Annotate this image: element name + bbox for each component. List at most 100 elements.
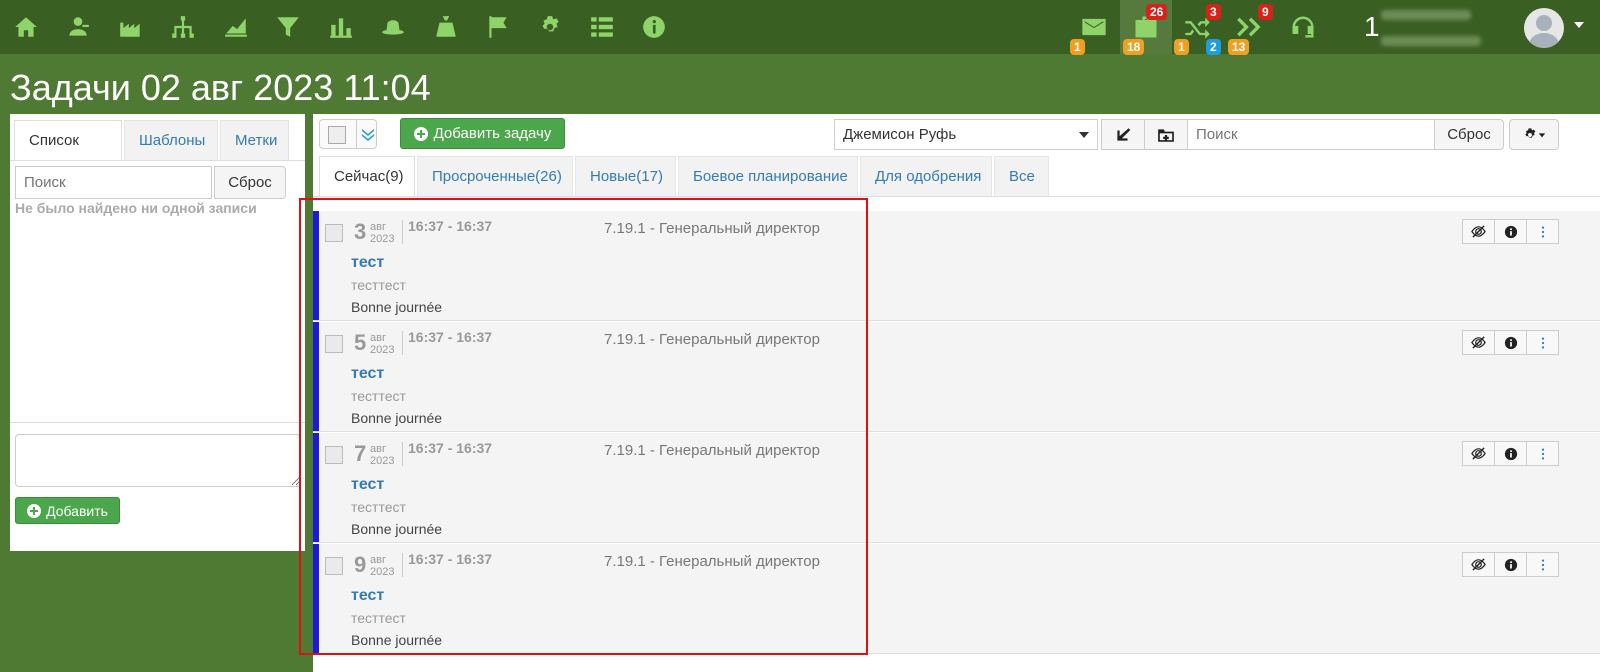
bar-chart-icon[interactable] [321,9,361,45]
task-title-link[interactable]: тест [351,587,384,605]
add-folder-button[interactable] [1144,119,1188,150]
add-task-button[interactable]: Добавить задачу [400,118,565,149]
task-row[interactable]: 7 авг 2023 16:37 - 16:37 7.19.1 - Генера… [313,433,1600,543]
area-chart-icon[interactable] [216,9,256,45]
divider [10,422,305,423]
task-description: тесттест [351,499,406,515]
user-select[interactable]: Джемисон Руфь [834,119,1098,150]
task-checkbox[interactable] [325,557,343,575]
task-time: 16:37 - 16:37 [408,329,493,345]
gear-icon[interactable] [530,9,570,45]
tab-all[interactable]: Все [994,156,1049,196]
left-search-input[interactable] [15,166,212,199]
info-button[interactable] [1494,441,1527,466]
task-title-link[interactable]: тест [351,365,384,383]
more-button[interactable] [1526,330,1559,355]
kebab-menu-icon [1541,336,1544,349]
task-time: 16:37 - 16:37 [408,440,493,456]
tab-tags[interactable]: Метки [220,120,289,160]
filter-icon[interactable] [268,9,308,45]
task-actions [1462,441,1561,466]
task-actions [1462,219,1561,244]
add-task-label: Добавить задачу [433,125,552,142]
kebab-menu-icon [1541,225,1544,238]
task-actions [1462,330,1561,355]
priority-bar [313,211,319,320]
new-todo-textarea[interactable] [15,434,301,487]
shuffle-badge-right: 2 [1206,39,1221,55]
task-checkbox[interactable] [325,335,343,353]
task-checkbox[interactable] [325,224,343,242]
task-title-link[interactable]: тест [351,476,384,494]
task-year: 2023 [370,566,395,578]
list-icon[interactable] [582,9,622,45]
add-todo-button[interactable]: Добавить [15,497,120,524]
select-all-control[interactable] [319,119,377,149]
task-title-link[interactable]: тест [351,254,384,272]
flag-icon[interactable] [478,9,518,45]
more-button[interactable] [1526,219,1559,244]
task-description: тесттест [351,388,406,404]
caret-down-icon [1538,132,1546,137]
user-select-value: Джемисон Руфь [843,126,957,143]
eye-slash-icon [1471,336,1486,349]
import-button[interactable] [1101,119,1145,150]
user-icon[interactable] [58,9,98,45]
org-chart-icon[interactable] [163,9,203,45]
briefcase-badge-top: 26 [1146,4,1168,20]
headset-icon[interactable] [1283,9,1323,45]
tab-planning[interactable]: Боевое планирование [678,156,858,196]
user-menu-caret-icon[interactable] [1574,22,1584,28]
priority-bar [313,322,319,431]
divider [10,160,305,161]
info-button[interactable] [1494,219,1527,244]
arrow-down-left-icon [1117,127,1131,141]
double-chevron-down-icon [361,129,374,141]
money-bag-icon[interactable] [426,9,466,45]
more-button[interactable] [1526,441,1559,466]
tab-todo-list[interactable]: Список дел [14,120,122,189]
top-navigation-bar: 1 26 18 3 1 2 9 13 1 [0,0,1600,55]
task-search-input[interactable] [1187,119,1435,150]
user-role-redacted [1381,36,1481,46]
divider [402,442,403,466]
task-reset-button[interactable]: Сброс [1434,119,1504,150]
task-row[interactable]: 3 авг 2023 16:37 - 16:37 7.19.1 - Генера… [313,211,1600,321]
settings-button[interactable] [1509,119,1559,150]
task-note: Bonne journée [351,632,443,648]
hide-button[interactable] [1462,330,1495,355]
select-dropdown[interactable] [356,120,378,148]
task-checkbox[interactable] [325,446,343,464]
avatar[interactable] [1524,8,1564,48]
info-button[interactable] [1494,552,1527,577]
forward-badge-bottom: 13 [1228,39,1250,55]
info-button[interactable] [1494,330,1527,355]
task-year: 2023 [370,344,395,356]
task-month: авг [370,554,386,566]
tab-templates[interactable]: Шаблоны [124,120,218,160]
hide-button[interactable] [1462,552,1495,577]
factory-icon[interactable] [111,9,151,45]
main-panel: Добавить задачу Джемисон Руфь Сброс Сейч… [313,114,1600,672]
task-row[interactable]: 5 авг 2023 16:37 - 16:37 7.19.1 - Генера… [313,322,1600,432]
no-results-message: Не было найдено ни одной записи [15,200,257,216]
left-reset-button[interactable]: Сброс [214,166,286,199]
tab-approval[interactable]: Для одобрения [860,156,992,196]
tab-overdue[interactable]: Просроченные(26) [417,156,573,196]
task-day: 7 [354,441,367,466]
hide-button[interactable] [1462,219,1495,244]
tab-new[interactable]: Новые(17) [575,156,676,196]
task-note: Bonne journée [351,521,443,537]
hide-button[interactable] [1462,441,1495,466]
select-all-checkbox[interactable] [328,126,346,144]
home-icon[interactable] [6,9,46,45]
task-day: 9 [354,552,367,577]
more-button[interactable] [1526,552,1559,577]
tab-now[interactable]: Сейчас(9) [319,156,415,196]
info-icon[interactable] [634,9,674,45]
hat-icon[interactable] [373,9,413,45]
user-name-redacted [1381,10,1471,20]
task-description: тесттест [351,277,406,293]
task-time: 16:37 - 16:37 [408,218,493,234]
task-row[interactable]: 9 авг 2023 16:37 - 16:37 7.19.1 - Генера… [313,544,1600,654]
